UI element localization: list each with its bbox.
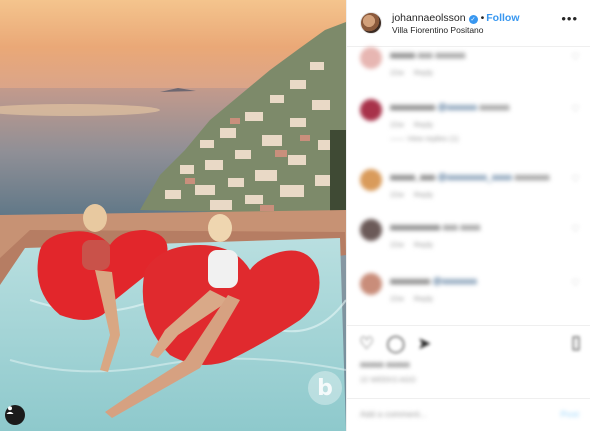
- tagged-user-icon[interactable]: [5, 405, 25, 425]
- post-side-panel: johannaeolsson ✓ • Follow Villa Fiorentino …: [346, 0, 590, 431]
- add-comment-input[interactable]: Add a comment...: [360, 409, 540, 419]
- post-photo[interactable]: b: [0, 0, 346, 431]
- comment-like-icon[interactable]: ♡: [571, 174, 580, 185]
- comment-meta: 22w Reply —— View replies (1): [390, 120, 459, 143]
- more-options-icon[interactable]: •••: [561, 11, 578, 26]
- action-icons: ♡ ◯ ➤: [359, 334, 432, 354]
- comment-avatar[interactable]: [360, 47, 382, 69]
- view-replies-button[interactable]: —— View replies (1): [390, 134, 459, 143]
- comment-like-icon[interactable]: ♡: [571, 278, 580, 289]
- post-time: 22 WEEKS AGO: [360, 375, 416, 384]
- comment-list: aaaaa aaa aaaaaa 22w Reply ♡ aaaaaaaaa @a…: [347, 47, 590, 325]
- author-username[interactable]: johannaeolsson: [392, 12, 466, 24]
- comment-avatar[interactable]: [360, 169, 382, 191]
- comment-meta: 22w Reply: [390, 190, 433, 199]
- share-icon[interactable]: ➤: [417, 334, 431, 354]
- likes-count[interactable]: aaaaa aaaaa: [360, 359, 410, 369]
- reply-button[interactable]: Reply: [414, 240, 433, 249]
- heart-icon[interactable]: ♡: [359, 334, 374, 354]
- comment-like-icon[interactable]: ♡: [571, 224, 580, 235]
- reply-button[interactable]: Reply: [414, 120, 433, 129]
- comment-avatar[interactable]: [360, 99, 382, 121]
- bookmark-icon[interactable]: ▯: [571, 332, 581, 353]
- separator-dot: •: [480, 12, 485, 24]
- author-avatar[interactable]: [360, 12, 382, 34]
- verified-badge-icon: ✓: [468, 15, 478, 24]
- comment-like-icon[interactable]: ♡: [571, 52, 580, 63]
- reply-button[interactable]: Reply: [414, 294, 433, 303]
- comment-meta: 22w Reply: [390, 294, 433, 303]
- author-line: johannaeolsson ✓ • Follow: [392, 12, 520, 24]
- comment-text: aaaaa_aaa @aaaaaaaa_aaaa aaaaaaa: [390, 172, 550, 182]
- comment-text: aaaaa aaa aaaaaa: [390, 50, 466, 60]
- comment-like-icon[interactable]: ♡: [571, 104, 580, 115]
- reply-button[interactable]: Reply: [414, 68, 433, 77]
- follow-button[interactable]: Follow: [486, 12, 519, 24]
- post-comment-button[interactable]: Post: [561, 409, 579, 419]
- post-header: johannaeolsson ✓ • Follow Villa Fiorentino …: [347, 0, 590, 47]
- reply-button[interactable]: Reply: [414, 190, 433, 199]
- comment-icon[interactable]: ◯: [386, 334, 405, 354]
- comment-meta: 22w Reply: [390, 240, 433, 249]
- photo-scene: [0, 0, 346, 431]
- comment-meta: 22w Reply: [390, 68, 433, 77]
- comment-text: aaaaaaaaaa aaa aaaa: [390, 222, 481, 232]
- post-actions: ♡ ◯ ➤ ▯ aaaaa aaaaa 22 WEEKS AGO Add a c…: [347, 325, 590, 431]
- comment-text: aaaaaaaaa @aaaaaa aaaaaa: [390, 102, 510, 112]
- comment-avatar[interactable]: [360, 273, 382, 295]
- comment-text: aaaaaaaa @aaaaaaa: [390, 276, 477, 286]
- comment-avatar[interactable]: [360, 219, 382, 241]
- watermark-logo: b: [308, 371, 342, 405]
- post-location[interactable]: Villa Fiorentino Positano: [392, 25, 484, 35]
- add-comment-row: Add a comment... Post: [347, 398, 590, 431]
